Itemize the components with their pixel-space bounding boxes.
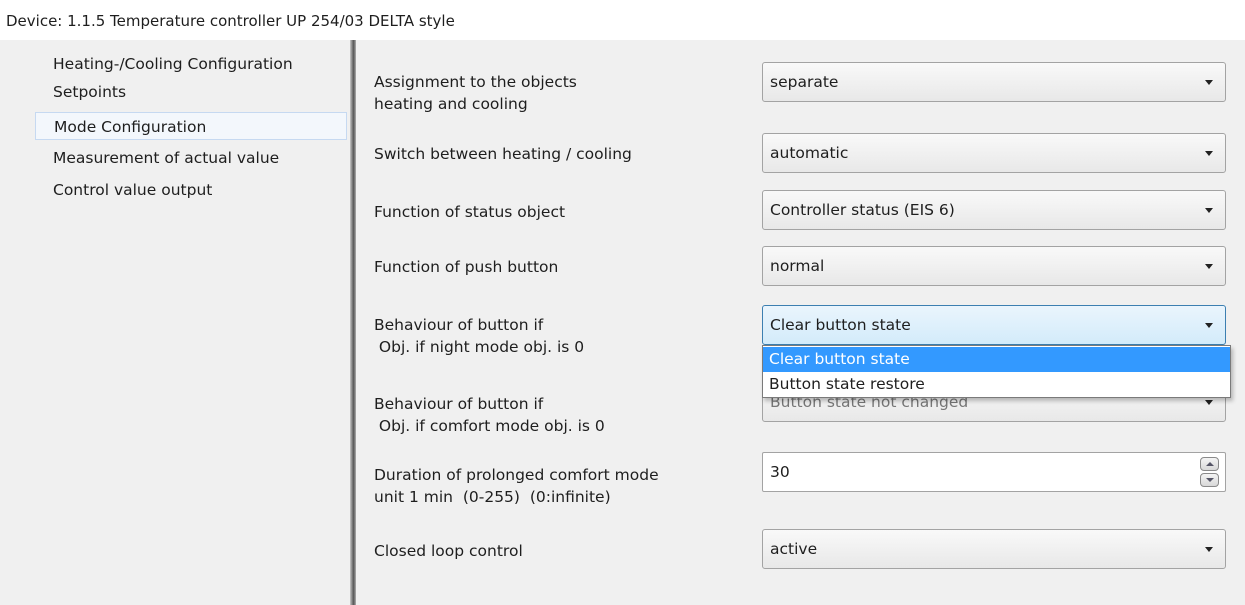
param-label-line: Function of push button (374, 258, 559, 276)
param-label-switch-heating-cooling: Switch between heating / cooling (374, 143, 632, 165)
param-label-status-object: Function of status object (374, 201, 565, 223)
assignment-objects-dropdown[interactable]: separate (762, 62, 1226, 102)
sidebar: Heating-/Cooling Configuration Setpoints… (0, 40, 350, 605)
param-label-button-comfort-mode: Behaviour of button if Obj. if comfort m… (374, 393, 605, 437)
window-title: Device: 1.1.5 Temperature controller UP … (0, 0, 1245, 40)
dropdown-list: Clear button state Button state restore (762, 345, 1231, 398)
arrow-up-icon (1206, 462, 1214, 466)
sidebar-item-heating-cooling-configuration[interactable]: Heating-/Cooling Configuration (38, 50, 293, 78)
button-night-mode-dropdown[interactable]: Clear button state (762, 305, 1226, 345)
param-label-line: Behaviour of button if (374, 395, 544, 413)
sidebar-item-control-value-output[interactable]: Control value output (38, 176, 212, 204)
switch-heating-cooling-dropdown[interactable]: automatic (762, 133, 1226, 173)
sidebar-item-setpoints[interactable]: Setpoints (38, 78, 126, 106)
dropdown-value: normal (770, 257, 825, 275)
param-label-line: Switch between heating / cooling (374, 145, 632, 163)
param-label-line: Duration of prolonged comfort mode (374, 466, 659, 484)
status-object-dropdown[interactable]: Controller status (EIS 6) (762, 190, 1226, 230)
closed-loop-control-dropdown[interactable]: active (762, 529, 1226, 569)
dropdown-value: Clear button state (770, 316, 911, 334)
prolonged-comfort-input[interactable] (763, 453, 1183, 491)
dropdown-option-button-state-restore[interactable]: Button state restore (763, 372, 1230, 397)
spin-up-button[interactable] (1200, 457, 1219, 471)
param-label-line: Behaviour of button if (374, 316, 544, 334)
sidebar-item-measurement-of-actual-value[interactable]: Measurement of actual value (38, 144, 279, 172)
param-label-push-button: Function of push button (374, 256, 558, 278)
dropdown-value: active (770, 540, 818, 558)
sidebar-item-mode-configuration[interactable]: Mode Configuration (35, 112, 347, 140)
param-label-line: heating and cooling (374, 95, 528, 113)
param-label-prolonged-comfort: Duration of prolonged comfort mode unit … (374, 464, 659, 508)
param-label-button-night-mode: Behaviour of button if Obj. if night mod… (374, 314, 584, 358)
param-label-line: Function of status object (374, 203, 566, 221)
param-label-assignment: Assignment to the objects heating and co… (374, 71, 577, 115)
param-label-closed-loop-control: Closed loop control (374, 540, 523, 562)
chevron-down-icon (1205, 151, 1213, 156)
spin-down-button[interactable] (1200, 473, 1219, 487)
prolonged-comfort-spinbox[interactable] (762, 452, 1226, 492)
parameter-panel: Assignment to the objects heating and co… (356, 40, 1245, 605)
arrow-down-icon (1206, 478, 1214, 482)
param-label-line: Closed loop control (374, 542, 523, 560)
dropdown-option-clear-button-state[interactable]: Clear button state (763, 347, 1230, 372)
push-button-dropdown[interactable]: normal (762, 246, 1226, 286)
chevron-down-icon (1205, 208, 1213, 213)
chevron-down-icon (1205, 400, 1213, 405)
chevron-down-icon (1205, 323, 1213, 328)
param-label-line: Obj. if comfort mode obj. is 0 (374, 417, 605, 435)
dropdown-value: Controller status (EIS 6) (770, 201, 955, 219)
chevron-down-icon (1205, 80, 1213, 85)
dropdown-value: automatic (770, 144, 849, 162)
chevron-down-icon (1205, 264, 1213, 269)
chevron-down-icon (1205, 547, 1213, 552)
dropdown-value: separate (770, 73, 839, 91)
param-label-line: Assignment to the objects (374, 73, 577, 91)
param-label-line: unit 1 min (0-255) (0:infinite) (374, 488, 611, 506)
param-label-line: Obj. if night mode obj. is 0 (374, 338, 585, 356)
